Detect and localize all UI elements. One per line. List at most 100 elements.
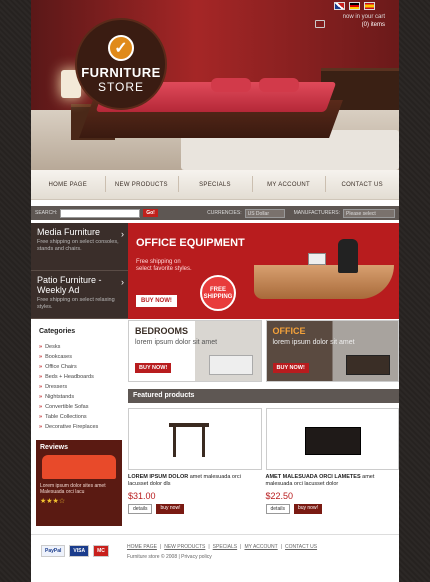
mastercard-icon: MC [93,545,109,557]
cart-label: now in your cart [342,14,385,20]
cart-items[interactable]: (0) items [315,22,385,28]
paypal-icon: PayPal [41,545,66,557]
currency-select[interactable]: US Dollar [244,208,285,218]
office-desk-image [254,265,394,299]
product-card: LOREM IPSUM DOLOR amet malesuada orci la… [128,408,262,514]
nav-my-account[interactable]: MY ACCOUNT [251,175,326,192]
main-nav: HOME PAGE NEW PRODUCTS SPECIALS MY ACCOU… [31,170,399,200]
office-buy-now-button[interactable]: BUY NOW! [136,295,177,307]
arrow-right-icon: › [121,229,124,239]
office-chair-image [338,239,358,273]
nav-new-products[interactable]: NEW PRODUCTS [104,175,179,192]
office-banner-subtitle: Free shipping on select favorite styles. [136,259,192,272]
product-name-bold[interactable]: AMET MALESUADA ORCI LAMETES [266,474,361,480]
flag-es-icon[interactable] [364,2,375,10]
nav-home[interactable]: HOME PAGE [31,182,105,188]
product-card: AMET MALESUADA ORCI LAMETES amet malesua… [265,408,400,514]
category-item[interactable]: Dressers [39,382,120,392]
bed-image [208,355,253,375]
footer-link-home[interactable]: HOME PAGE [127,544,157,550]
reviews-box[interactable]: Reviews Lorem ipsum dolor sites amet Mal… [36,440,122,526]
left-column: Categories Desks Bookcases Office Chairs… [31,318,128,526]
reviews-title: Reviews [40,444,69,451]
buy-now-button[interactable]: buy now! [156,504,185,514]
logo-line2: STORE [97,79,145,94]
office-buy-now-button[interactable]: BUY NOW! [272,363,309,373]
side-promo-title: Patio Furniture - Weekly Ad [37,275,102,295]
product-name[interactable]: AMET MALESUADA ORCI LAMETES amet malesua… [266,474,400,488]
sofa-image [42,455,116,479]
side-promo-media[interactable]: Media Furniture Free shipping on select … [31,223,128,271]
product-image[interactable] [265,408,399,470]
nav-specials[interactable]: SPECIALS [178,175,252,192]
armchair-image [346,355,390,375]
product-name[interactable]: LOREM IPSUM DOLOR amet malesuada orci la… [128,474,262,488]
flag-uk-icon[interactable] [334,2,345,10]
manufacturers-label: MANUFACTURERS: [293,210,340,216]
footer-link-contact-us[interactable]: CONTACT US [285,544,317,550]
category-item[interactable]: Office Chairs [39,362,120,372]
search-bar: SEARCH: Go! CURRENCIES: US Dollar MANUFA… [31,206,399,220]
footer-link-new-products[interactable]: NEW PRODUCTS [164,544,205,550]
footer-links: HOME PAGE | NEW PRODUCTS | SPECIALS | MY AC… [127,544,318,550]
bedrooms-tile[interactable]: BEDROOMS lorem ipsum dolor sit amet BUY … [128,320,262,382]
details-button[interactable]: details [128,504,153,514]
bedrooms-buy-now-button[interactable]: BUY NOW! [135,363,172,373]
side-promo-desc: Free shipping on select relaxing styles. [37,297,115,310]
store-logo[interactable]: ✓ FURNITURE STORE [75,18,167,110]
office-tile[interactable]: OFFICE lorem ipsum dolor sit amet BUY NO… [265,320,399,382]
category-item[interactable]: Table Collections [39,412,120,422]
rating-stars-icon: ★★★☆ [40,498,66,505]
checkmark-icon: ✓ [108,34,134,61]
side-promo-patio[interactable]: Patio Furniture - Weekly Ad Free shippin… [31,271,128,319]
office-equipment-banner[interactable]: OFFICE EQUIPMENT Free shipping on select… [128,223,399,319]
badge-line2: SHIPPING [203,294,233,300]
right-column: BEDROOMS lorem ipsum dolor sit amet BUY … [128,318,399,514]
search-input[interactable] [60,208,141,218]
nav-contact-us[interactable]: CONTACT US [325,175,399,192]
visa-icon: VISA [69,545,90,557]
dining-table-image [169,423,209,457]
hero-pillow [211,78,251,92]
cart-summary[interactable]: now in your cart (0) items [315,14,385,28]
category-item[interactable]: Convertible Sofas [39,402,120,412]
free-shipping-badge: FREE SHIPPING [200,275,236,311]
language-flags [334,2,375,10]
manufacturer-select[interactable]: Please select [343,208,395,218]
product-buttons: details buy now! [265,504,400,514]
category-tiles: BEDROOMS lorem ipsum dolor sit amet BUY … [128,318,399,382]
category-item[interactable]: Beds + Headboards [39,372,120,382]
buy-now-button[interactable]: buy now! [293,504,322,514]
details-button[interactable]: details [265,504,290,514]
tile-title: BEDROOMS [135,326,189,336]
footer-link-specials[interactable]: SPECIALS [213,544,237,550]
product-price: $22.50 [265,491,294,501]
arrow-right-icon: › [121,277,124,287]
monitor-image [308,253,326,265]
category-item[interactable]: Bookcases [39,352,120,362]
category-item[interactable]: Decorative Fireplaces [39,422,120,432]
office-banner-title: OFFICE EQUIPMENT [136,237,245,249]
footer-link-my-account[interactable]: MY ACCOUNT [244,544,277,550]
product-image[interactable] [128,408,262,470]
category-item[interactable]: Nightstands [39,392,120,402]
logo-line1: FURNITURE [81,64,161,80]
product-buttons: details buy now! [128,504,262,514]
cart-icon[interactable] [315,20,325,28]
copyright: Furniture store © 2008 | Privacy policy [127,554,212,560]
product-name-bold[interactable]: LOREM IPSUM DOLOR [128,474,188,480]
flag-de-icon[interactable] [349,2,360,10]
category-item[interactable]: Desks [39,342,120,352]
hero-pillow [259,78,299,92]
side-promo-title: Media Furniture [37,227,101,237]
product-price: $31.00 [128,491,156,501]
tile-desc: lorem ipsum dolor sit amet [272,339,355,346]
side-promos: Media Furniture Free shipping on select … [31,223,128,319]
promo-row: Media Furniture Free shipping on select … [31,223,399,319]
badge-line1: FREE [209,287,226,293]
categories-list: Desks Bookcases Office Chairs Beds + Hea… [39,342,120,432]
page: ✓ FURNITURE STORE now in your cart (0) i… [31,0,399,582]
side-promo-desc: Free shipping on select consoles, stands… [37,239,119,252]
search-go-button[interactable]: Go! [143,209,158,217]
payment-icons: PayPal VISA MC [41,545,109,557]
